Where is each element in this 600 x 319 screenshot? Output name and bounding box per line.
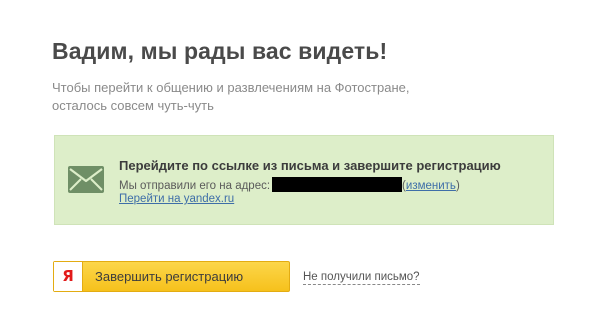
redacted-email [272,177,403,192]
registration-notice: Перейдите по ссылке из письма и завершит… [54,135,554,225]
go-to-mail-link[interactable]: Перейти на yandex.ru [119,193,234,205]
subtitle-line-1: Чтобы перейти к общению и развлечениям н… [52,80,410,95]
page-title: Вадим, мы рады вас видеть! [52,38,388,64]
finish-registration-button[interactable]: Я Завершить регистрацию [53,261,290,292]
sent-to-label: Мы отправили его на адрес: [119,180,271,192]
no-email-link[interactable]: Не получили письмо? [303,270,420,285]
yandex-icon: Я [54,262,83,291]
change-email-link[interactable]: изменить [406,180,456,192]
page-subtitle: Чтобы перейти к общению и развлечениям н… [52,79,472,115]
finish-registration-label: Завершить регистрацию [95,269,244,284]
yandex-icon-letter: Я [62,267,74,285]
envelope-icon [68,166,104,193]
change-paren-close: ) [455,180,460,192]
subtitle-line-2: осталось совсем чуть-чуть [52,98,214,113]
sent-to-line: Мы отправили его на адрес: (изменить) [119,177,460,192]
notice-heading: Перейдите по ссылке из письма и завершит… [119,158,501,173]
